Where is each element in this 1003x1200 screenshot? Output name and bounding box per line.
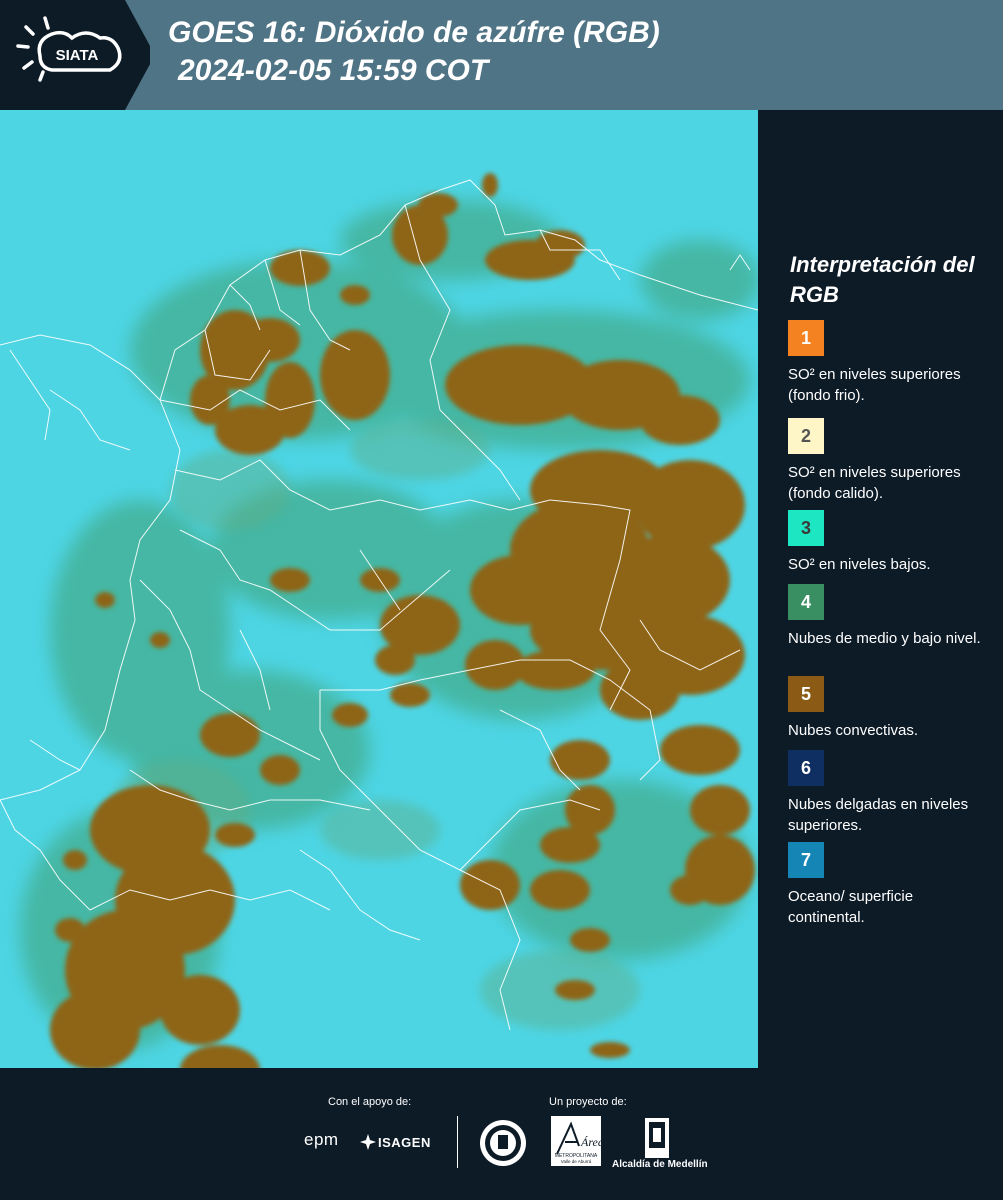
project-label: Un proyecto de:: [549, 1096, 627, 1108]
epm-logo-text: epm: [304, 1130, 339, 1149]
legend-number-6: 6: [800, 757, 811, 778]
legend-swatch-1: 1: [788, 320, 824, 356]
legend-text-6: Nubes delgadas en niveles superiores.: [788, 796, 969, 834]
footer-sponsors: Con el apoyo de: Un proyecto de: epm ISA…: [0, 1068, 1003, 1200]
legend-text-2: SO² en niveles superiores (fondo calido)…: [788, 464, 961, 502]
siata-logo: SIATA: [0, 0, 150, 110]
legend-text-7: Oceano/ superficie continental.: [788, 888, 914, 926]
isagen-logo: ISAGEN: [378, 1135, 431, 1150]
epm-logo: epm: [304, 1130, 339, 1150]
legend-panel: Interpretación del RGB 1 SO² en niveles …: [758, 110, 1003, 1068]
legend-number-5: 5: [800, 683, 811, 704]
so2-rgb-image: [0, 110, 758, 1068]
legend-text-5: Nubes convectivas.: [788, 722, 919, 739]
footer-divider: [457, 1116, 458, 1168]
satellite-map: [0, 110, 758, 1068]
alcaldia-label: Alcaldía de Medellín: [612, 1159, 708, 1170]
legend-swatch-2: 2: [788, 418, 824, 454]
medellin-seal-icon: [480, 1120, 526, 1166]
legend-number-7: 7: [800, 849, 811, 870]
support-label: Con el apoyo de:: [328, 1096, 412, 1108]
area-metropolitana-logo: Área METROPOLITANA Valle de Aburrá: [551, 1116, 601, 1166]
header-bar: SIATA GOES 16: Dióxido de azúfre (RGB) 2…: [0, 0, 1003, 110]
legend-text-1: SO² en niveles superiores (fondo frio).: [788, 366, 961, 404]
svg-text:SIATA: SIATA: [56, 47, 99, 64]
page-title: GOES 16: Dióxido de azúfre (RGB) 2024-02…: [168, 14, 660, 90]
siata-logo-graphic: SIATA: [0, 0, 150, 110]
legend-text-4: Nubes de medio y bajo nivel.: [788, 630, 981, 647]
svg-text:Valle de Aburrá: Valle de Aburrá: [561, 1159, 592, 1164]
alcaldia-shield-icon: [645, 1118, 669, 1158]
svg-text:Área: Área: [580, 1135, 601, 1149]
legend-swatch-3: 3: [788, 510, 824, 546]
title-product: GOES 16: Dióxido de azúfre (RGB): [168, 16, 660, 49]
legend-item-4: 4 Nubes de medio y bajo nivel.: [788, 584, 988, 649]
legend-swatch-4: 4: [788, 584, 824, 620]
legend-number-2: 2: [800, 425, 811, 446]
legend-item-7: 7 Oceano/ superficie continental.: [788, 842, 988, 928]
legend-item-6: 6 Nubes delgadas en niveles superiores.: [788, 750, 988, 836]
legend-swatch-5: 5: [788, 676, 824, 712]
legend-swatch-6: 6: [788, 750, 824, 786]
legend-number-3: 3: [800, 517, 811, 538]
legend-text-3: SO² en niveles bajos.: [788, 556, 931, 573]
legend-item-2: 2 SO² en niveles superiores (fondo calid…: [788, 418, 988, 504]
legend-number-1: 1: [800, 327, 811, 348]
legend-item-5: 5 Nubes convectivas.: [788, 676, 988, 741]
isagen-icon: [360, 1134, 376, 1150]
legend-item-1: 1 SO² en niveles superiores (fondo frio)…: [788, 320, 988, 406]
legend-item-3: 3 SO² en niveles bajos.: [788, 510, 988, 575]
legend-swatch-7: 7: [788, 842, 824, 878]
legend-number-4: 4: [800, 591, 811, 612]
legend-title: Interpretación del RGB: [790, 252, 975, 307]
title-timestamp: 2024-02-05 15:59 COT: [178, 54, 489, 87]
